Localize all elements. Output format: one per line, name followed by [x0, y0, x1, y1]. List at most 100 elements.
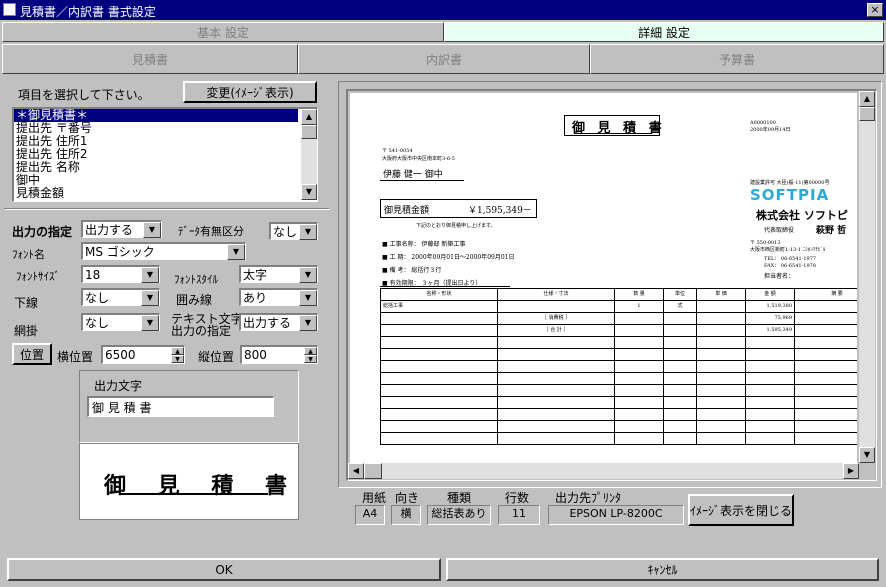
table-header: 単 価 [696, 288, 746, 301]
font-size-select[interactable]: 18 ▼ [81, 265, 160, 283]
tab-basic-settings[interactable]: 基本 設定 [2, 22, 444, 42]
x-position-label: 横位置 [57, 350, 94, 364]
font-size-value: 18 [85, 268, 101, 282]
detail-underline [380, 286, 510, 287]
table-cell: 総括工事 [380, 300, 498, 313]
table-row [380, 432, 857, 445]
x-position-value: 6500 [105, 348, 136, 362]
app-icon [3, 3, 16, 16]
detail-line-1: ■ 工事名称： 伊藤邸 新築工事 [382, 241, 466, 248]
position-button[interactable]: 位置 [12, 343, 52, 365]
window-title: 見積書／内訳書 書式設定 [20, 5, 156, 19]
x-position-input[interactable]: 6500 ▲ ▼ [101, 345, 185, 364]
company-zip: 〒 550-0013 [750, 240, 781, 246]
list-item[interactable]: 見積金額 [14, 187, 317, 200]
scroll-up-icon[interactable]: ▲ [859, 91, 875, 107]
change-image-button[interactable]: 変更(ｲﾒｰｼﾞ表示) [183, 81, 317, 103]
table-row [380, 372, 857, 385]
table-cell: ［ 合 計 ］ [497, 324, 615, 337]
scroll-up-icon[interactable]: ▲ [301, 109, 317, 125]
scroll-thumb[interactable] [364, 463, 382, 479]
y-position-input[interactable]: 800 ▲ ▼ [240, 345, 318, 364]
table-row [380, 384, 857, 397]
scroll-thumb[interactable] [301, 125, 317, 139]
subtab-breakdown[interactable]: 内訳書 [298, 44, 590, 74]
subtab-estimate[interactable]: 見積書 [2, 44, 298, 74]
box-line-value: あり [243, 291, 268, 305]
underline-select[interactable]: なし ▼ [81, 288, 160, 306]
table-cell: 1,595,349 [745, 324, 795, 337]
table-header: 数 量 [614, 288, 664, 301]
table-cell [696, 324, 746, 337]
chevron-down-icon[interactable]: ▼ [299, 224, 317, 240]
output-label: 出力の指定 [12, 225, 73, 239]
chevron-down-icon[interactable]: ▼ [299, 315, 317, 331]
font-style-select[interactable]: 太字 ▼ [239, 265, 318, 283]
estimate-note: 下記のとおり御見積申し上げます。 [416, 223, 496, 229]
shade-label: 網掛 [14, 324, 39, 338]
data-flag-label: ﾃﾞｰﾀ有無区分 [178, 225, 244, 238]
paper-label: 用紙 [362, 491, 387, 505]
chevron-down-icon[interactable]: ▼ [141, 315, 159, 331]
scroll-left-icon[interactable]: ◀ [348, 463, 364, 479]
table-cell: 1 [614, 300, 664, 313]
close-button[interactable]: × [867, 3, 883, 17]
chevron-down-icon[interactable]: ▼ [299, 290, 317, 306]
y-spin-up-icon[interactable]: ▲ [304, 347, 317, 355]
list-item[interactable]: 提出先 名称 [14, 161, 317, 174]
y-spin-down-icon[interactable]: ▼ [304, 355, 317, 363]
table-row [380, 360, 857, 373]
text-output-select[interactable]: 出力する ▼ [239, 313, 318, 331]
scroll-right-icon[interactable]: ▶ [843, 463, 859, 479]
close-image-button[interactable]: ｲﾒｰｼﾞ表示を閉じる [688, 494, 794, 526]
recipient-underline [380, 180, 464, 181]
chevron-down-icon[interactable]: ▼ [141, 290, 159, 306]
chevron-down-icon[interactable]: ▼ [141, 267, 159, 283]
table-cell [614, 324, 664, 337]
scroll-thumb[interactable] [859, 107, 875, 121]
table-cell [794, 324, 857, 337]
preview-underline [120, 493, 268, 495]
shade-select[interactable]: なし ▼ [81, 313, 160, 331]
tab-detail-settings[interactable]: 詳細 設定 [444, 22, 884, 42]
data-flag-select[interactable]: なし ▼ [269, 222, 318, 240]
company-fax: FAX： 06-6541-1978 [764, 263, 816, 269]
preview-page: 御 見 積 書 A0000100 2000年09月14日 〒 541-0054 … [350, 93, 857, 465]
data-flag-value: なし [273, 225, 298, 239]
chevron-down-icon[interactable]: ▼ [143, 222, 161, 238]
scroll-down-icon[interactable]: ▼ [859, 447, 875, 463]
table-cell: 式 [663, 300, 697, 313]
shade-value: なし [85, 316, 110, 330]
x-spin-up-icon[interactable]: ▲ [171, 347, 184, 355]
company-name: 株式会社 ソフトピ [756, 209, 848, 222]
table-header-row: 名称・形状 仕様・寸法 数 量 単位 単 価 金 額 摘 要 [380, 288, 857, 301]
x-spin-down-icon[interactable]: ▼ [171, 355, 184, 363]
output-select[interactable]: 出力する ▼ [81, 220, 162, 238]
line-count-label: 行数 [505, 491, 530, 505]
table-cell: 75,969 [745, 312, 795, 325]
preview-vscrollbar[interactable]: ▲ ▼ [859, 91, 875, 463]
item-list[interactable]: ＊御見積書＊ 提出先 〒番号 提出先 住所1 提出先 住所2 提出先 名称 御中… [12, 107, 318, 202]
list-scrollbar[interactable]: ▲ ▼ [301, 109, 317, 200]
chevron-down-icon[interactable]: ▼ [299, 267, 317, 283]
company-address: 大阪市西区新町1-13-1 ﾆｼﾎﾝﾏﾁﾋﾞﾙ [750, 247, 826, 253]
output-text-input[interactable]: 御 見 積 書 [87, 396, 274, 417]
box-line-select[interactable]: あり ▼ [239, 288, 318, 306]
scroll-down-icon[interactable]: ▼ [301, 184, 317, 200]
subtab-budget[interactable]: 予算書 [590, 44, 884, 74]
table-row: ［ 合 計 ］ 1,595,349 [380, 324, 857, 337]
table-cell [380, 324, 498, 337]
font-name-select[interactable]: MS ゴシック ▼ [81, 242, 246, 260]
table-header: 名称・形状 [380, 288, 498, 301]
recipient-name: 伊藤 健一 御中 [383, 170, 443, 180]
table-cell [663, 312, 697, 325]
ok-button[interactable]: OK [7, 558, 441, 581]
cancel-button[interactable]: ｷｬﾝｾﾙ [446, 558, 879, 581]
table-header: 単位 [663, 288, 697, 301]
table-cell: 1,519,380 [745, 300, 795, 313]
settings-divider [4, 208, 330, 210]
title-bar: 見積書／内訳書 書式設定 × [0, 0, 886, 20]
chevron-down-icon[interactable]: ▼ [227, 244, 245, 260]
preview-hscrollbar[interactable]: ◀ ▶ [348, 463, 859, 479]
table-cell [614, 312, 664, 325]
